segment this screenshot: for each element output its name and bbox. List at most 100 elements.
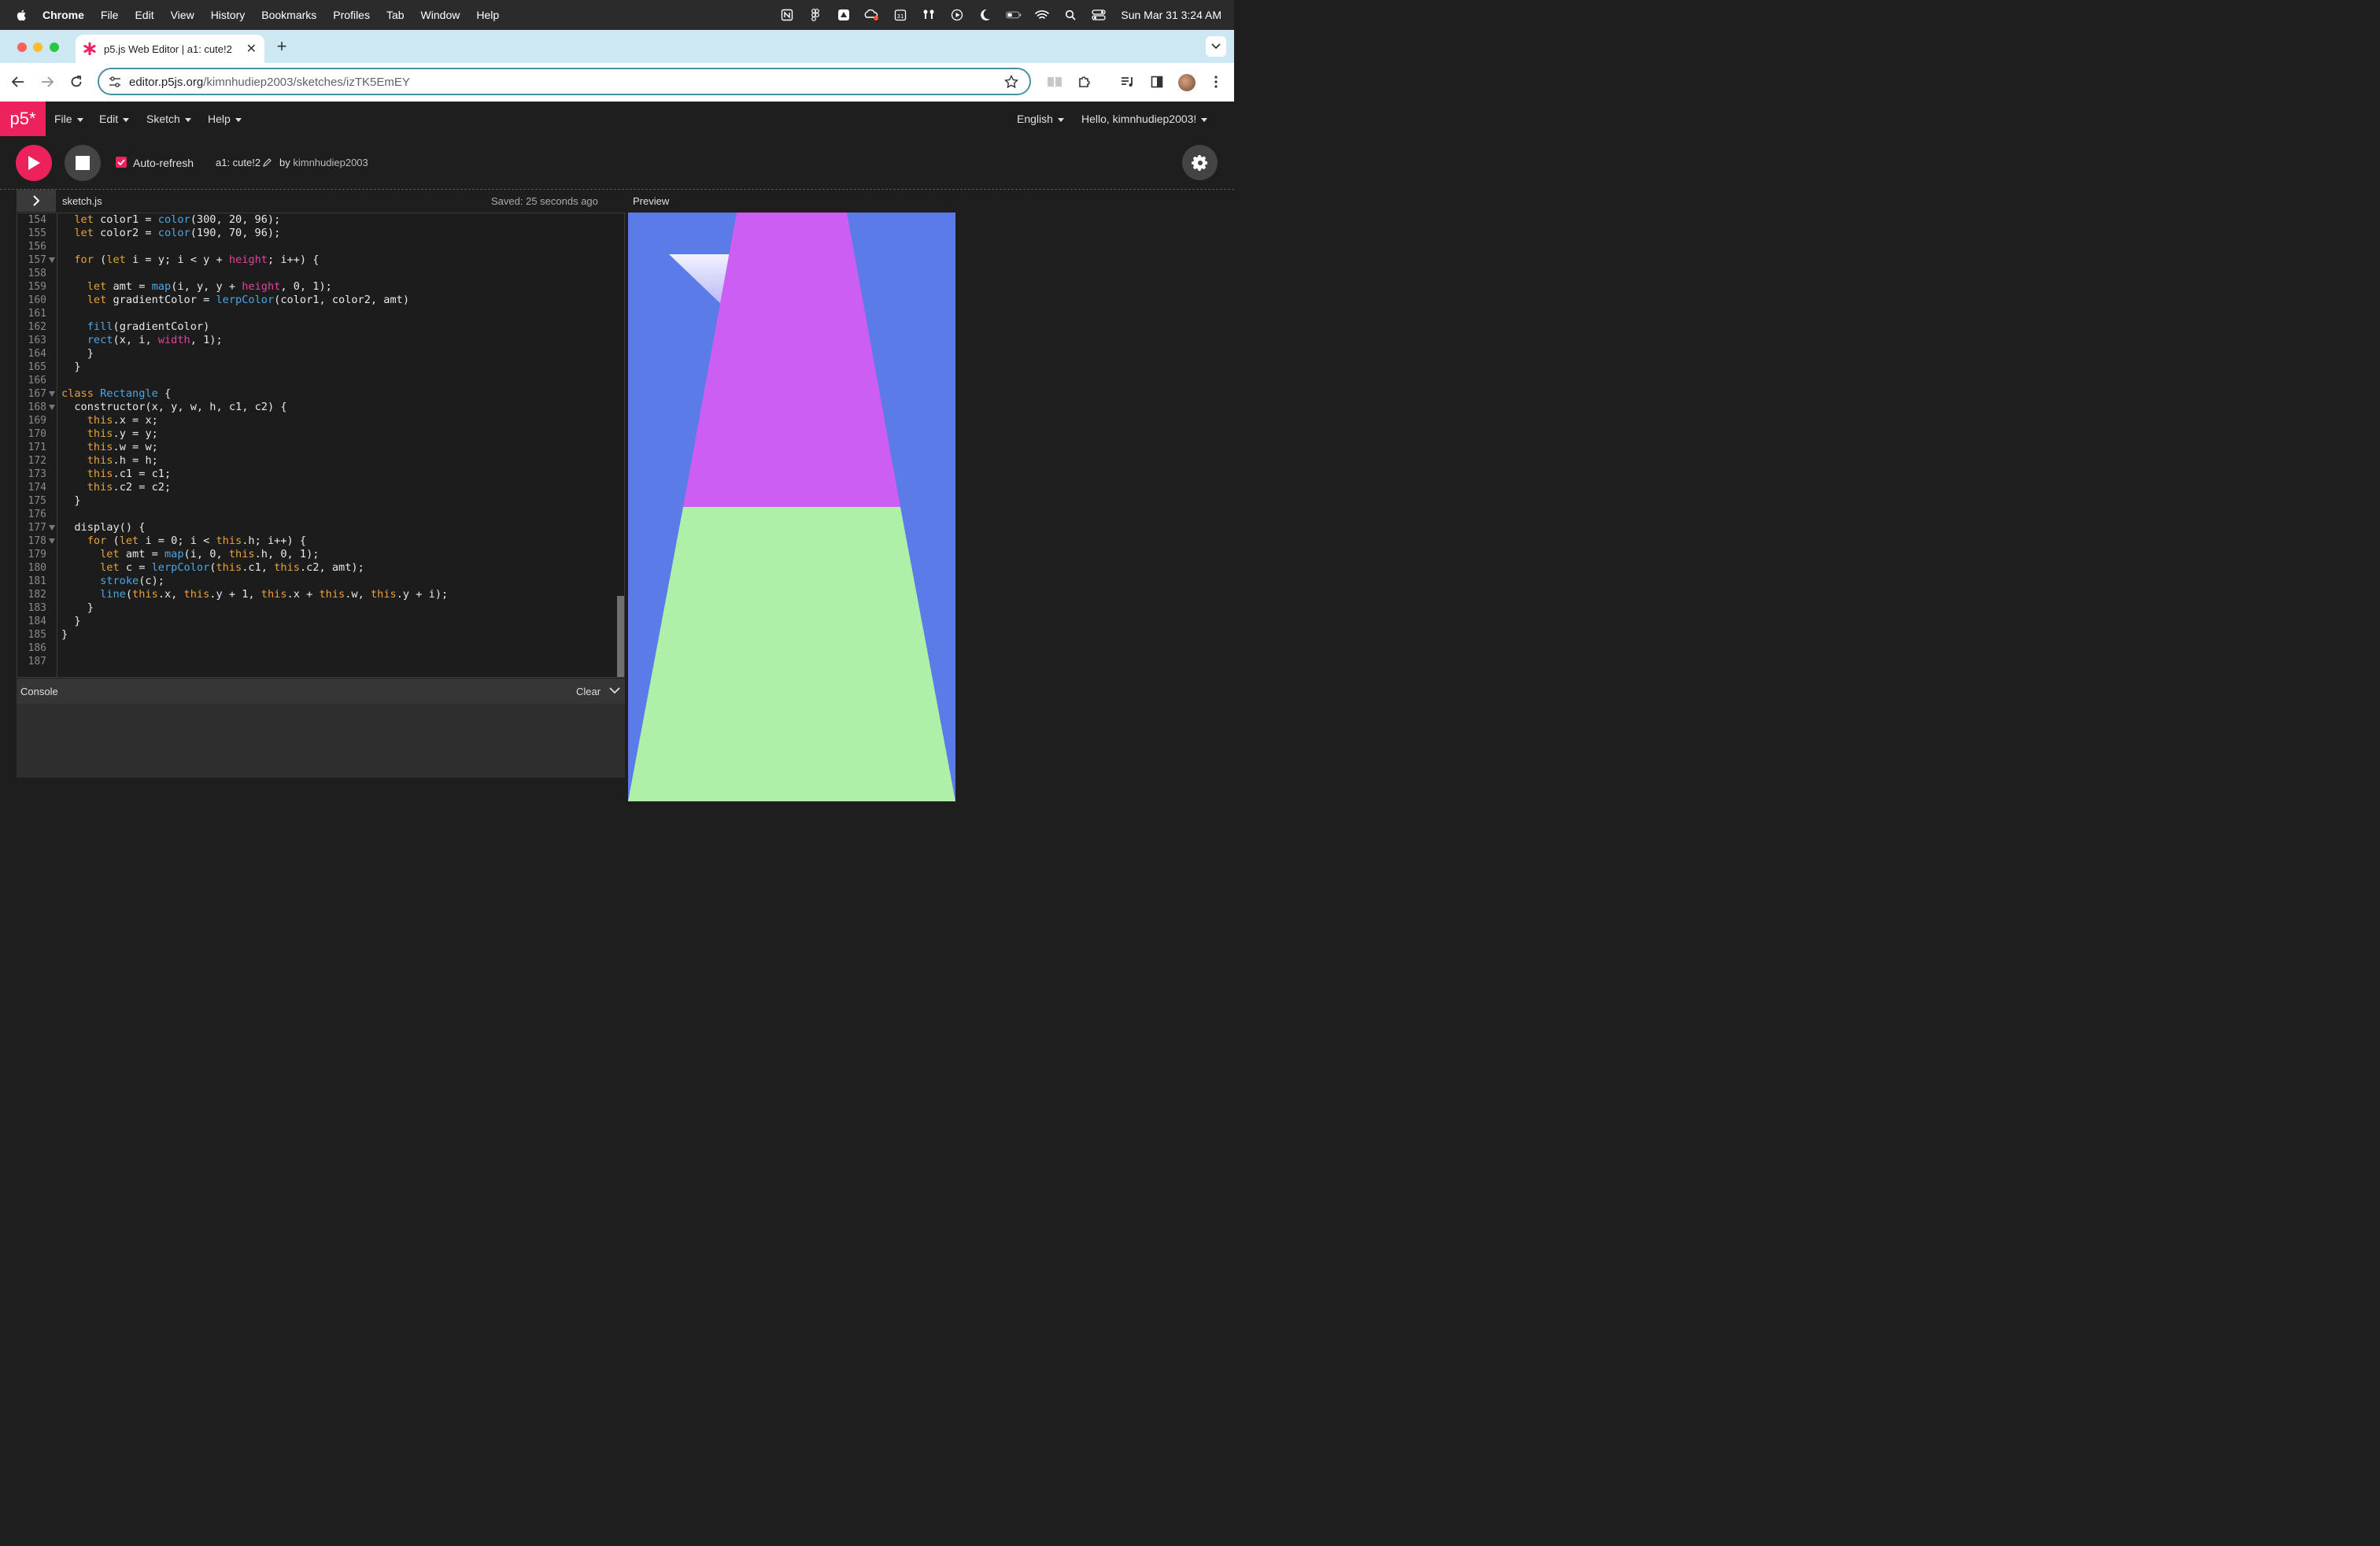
code-line[interactable]: } bbox=[61, 601, 94, 615]
profile-avatar[interactable] bbox=[1178, 74, 1196, 91]
sketch-preview-canvas[interactable] bbox=[628, 213, 955, 801]
language-selector[interactable]: English bbox=[1017, 113, 1064, 125]
user-menu[interactable]: Hello, kimnhudiep2003! bbox=[1081, 113, 1208, 125]
code-line[interactable]: this.c1 = c1; bbox=[61, 468, 171, 481]
address-bar[interactable]: editor.p5js.org/kimnhudiep2003/sketches/… bbox=[98, 68, 1031, 95]
code-line[interactable]: class Rectangle { bbox=[61, 387, 171, 401]
creative-cloud-icon[interactable] bbox=[864, 9, 880, 21]
code-line[interactable]: let gradientColor = lerpColor(color1, co… bbox=[61, 294, 409, 307]
new-tab-plus-icon[interactable]: + bbox=[274, 36, 290, 58]
window-close-button[interactable] bbox=[17, 43, 27, 52]
code-line[interactable]: } bbox=[61, 361, 80, 374]
figma-icon[interactable] bbox=[808, 9, 823, 21]
file-tab-name[interactable]: sketch.js bbox=[62, 195, 102, 207]
play-circle-icon[interactable] bbox=[949, 9, 965, 21]
code-line[interactable]: rect(x, i, width, 1); bbox=[61, 334, 223, 347]
code-line[interactable]: for (let i = 0; i < this.h; i++) { bbox=[61, 534, 306, 548]
menu-history[interactable]: History bbox=[211, 9, 246, 21]
control-center-icon[interactable] bbox=[1091, 9, 1107, 21]
line-number: 171 bbox=[28, 442, 46, 453]
back-arrow-icon[interactable] bbox=[10, 74, 26, 90]
wifi-icon[interactable] bbox=[1034, 9, 1050, 21]
menubar-clock[interactable]: Sun Mar 31 3:24 AM bbox=[1121, 9, 1221, 21]
moon-icon[interactable] bbox=[978, 9, 993, 21]
menu-help[interactable]: Help bbox=[476, 9, 499, 21]
window-zoom-button[interactable] bbox=[50, 43, 59, 52]
tab-title: p5.js Web Editor | a1: cute!2 bbox=[104, 43, 232, 55]
site-info-tune-icon[interactable] bbox=[109, 76, 121, 87]
tab-search-chevron-icon[interactable] bbox=[1206, 36, 1226, 57]
menu-app-name[interactable]: Chrome bbox=[42, 9, 84, 21]
reload-icon[interactable] bbox=[68, 74, 84, 90]
editor-scrollbar[interactable] bbox=[617, 596, 624, 677]
code-line[interactable]: constructor(x, y, w, h, c1, c2) { bbox=[61, 401, 286, 414]
calendar-icon[interactable]: 31 bbox=[893, 9, 908, 21]
extensions-puzzle-icon[interactable] bbox=[1077, 75, 1092, 89]
apple-icon[interactable] bbox=[16, 9, 28, 21]
spotlight-search-icon[interactable] bbox=[1062, 9, 1078, 21]
p5-menu-help[interactable]: Help bbox=[208, 113, 242, 125]
code-line[interactable]: this.y = y; bbox=[61, 427, 158, 441]
code-line[interactable]: fill(gradientColor) bbox=[61, 320, 210, 334]
code-line[interactable]: this.x = x; bbox=[61, 414, 158, 427]
p5-menu-file[interactable]: File bbox=[54, 113, 83, 125]
tab-close-icon[interactable]: ✕ bbox=[246, 41, 257, 57]
p5-menu-sketch[interactable]: Sketch bbox=[146, 113, 191, 125]
code-line[interactable]: for (let i = y; i < y + height; i++) { bbox=[61, 253, 319, 267]
code-line[interactable]: let color2 = color(190, 70, 96); bbox=[61, 227, 280, 240]
notion-icon[interactable] bbox=[779, 9, 795, 21]
author-link[interactable]: kimnhudiep2003 bbox=[293, 157, 368, 168]
chrome-kebab-menu-icon[interactable] bbox=[1208, 75, 1224, 89]
battery-icon[interactable] bbox=[1006, 9, 1022, 21]
p5-menu-edit[interactable]: Edit bbox=[99, 113, 130, 125]
stop-button[interactable] bbox=[65, 145, 101, 181]
code-line[interactable]: this.c2 = c2; bbox=[61, 481, 171, 494]
sidebar-toggle-button[interactable] bbox=[17, 190, 56, 212]
bookmark-star-icon[interactable] bbox=[1004, 75, 1018, 89]
chevron-down-icon[interactable] bbox=[609, 686, 620, 696]
play-button[interactable] bbox=[16, 145, 52, 181]
settings-button[interactable] bbox=[1182, 145, 1218, 180]
auto-refresh-label[interactable]: Auto-refresh bbox=[133, 157, 194, 169]
fold-triangle-icon[interactable] bbox=[49, 538, 55, 544]
menu-bookmarks[interactable]: Bookmarks bbox=[261, 9, 316, 21]
reading-mode-icon[interactable] bbox=[1047, 75, 1062, 89]
code-line[interactable]: let c = lerpColor(this.c1, this.c2, amt)… bbox=[61, 561, 364, 575]
code-line[interactable]: } bbox=[61, 628, 68, 642]
code-line[interactable]: } bbox=[61, 494, 80, 508]
code-line[interactable]: } bbox=[61, 615, 80, 628]
code-line[interactable]: let amt = map(i, y, y + height, 0, 1); bbox=[61, 280, 332, 294]
window-minimize-button[interactable] bbox=[33, 43, 42, 52]
code-line[interactable]: this.h = h; bbox=[61, 454, 158, 468]
fold-triangle-icon[interactable] bbox=[49, 391, 55, 397]
browser-tab-active[interactable]: p5.js Web Editor | a1: cute!2 ✕ bbox=[76, 35, 264, 63]
drive-icon[interactable] bbox=[836, 9, 852, 21]
auto-refresh-checkbox[interactable] bbox=[116, 157, 127, 168]
code-line[interactable]: stroke(c); bbox=[61, 575, 164, 588]
console-clear-button[interactable]: Clear bbox=[576, 686, 601, 697]
menu-file[interactable]: File bbox=[101, 9, 119, 21]
menu-view[interactable]: View bbox=[171, 9, 194, 21]
code-line[interactable]: this.w = w; bbox=[61, 441, 158, 454]
url-text[interactable]: editor.p5js.org/kimnhudiep2003/sketches/… bbox=[129, 76, 410, 89]
menu-edit[interactable]: Edit bbox=[135, 9, 153, 21]
forward-arrow-icon[interactable] bbox=[39, 74, 55, 90]
fold-triangle-icon[interactable] bbox=[49, 405, 55, 410]
menu-profiles[interactable]: Profiles bbox=[333, 9, 370, 21]
code-editor[interactable]: 154 155 156 157 158 159 160 161 162 163 164 165 166 1… bbox=[17, 213, 625, 678]
code-line[interactable]: let amt = map(i, 0, this.h, 0, 1); bbox=[61, 548, 319, 561]
code-line[interactable]: } bbox=[61, 347, 94, 361]
fold-triangle-icon[interactable] bbox=[49, 257, 55, 263]
menu-window[interactable]: Window bbox=[421, 9, 460, 21]
side-panel-icon[interactable] bbox=[1149, 75, 1165, 89]
code-line[interactable]: let color1 = color(300, 20, 96); bbox=[61, 213, 280, 227]
airpods-icon[interactable] bbox=[921, 9, 937, 21]
media-controls-icon[interactable] bbox=[1120, 75, 1136, 89]
pencil-edit-icon[interactable] bbox=[263, 157, 272, 167]
menu-tab[interactable]: Tab bbox=[386, 9, 405, 21]
code-line[interactable]: line(this.x, this.y + 1, this.x + this.w… bbox=[61, 588, 448, 601]
code-line[interactable]: display() { bbox=[61, 521, 145, 534]
p5-logo[interactable]: p5* bbox=[0, 102, 46, 136]
sketch-name[interactable]: a1: cute!2 bbox=[216, 157, 261, 168]
fold-triangle-icon[interactable] bbox=[49, 525, 55, 531]
